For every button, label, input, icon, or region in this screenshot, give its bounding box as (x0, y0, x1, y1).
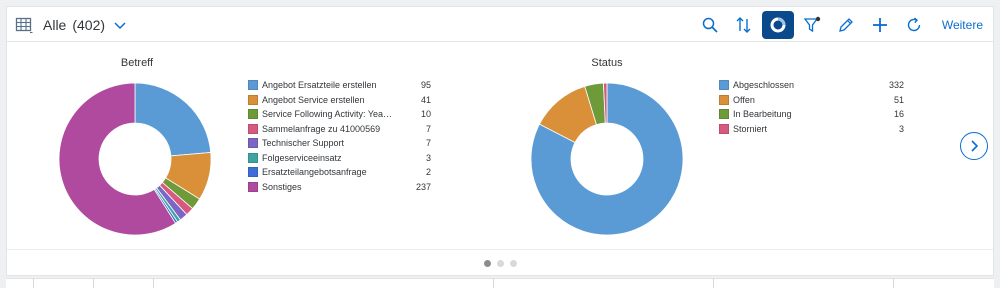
legend-value: 7 (425, 123, 431, 134)
donut-chart-betreff (58, 82, 212, 236)
chart-card: Alle (402) Weitere Betreff Angebot Ersat… (6, 6, 994, 276)
legend-item[interactable]: Offen (719, 93, 755, 107)
legend-item[interactable]: Storniert (719, 122, 767, 136)
legend-swatch (248, 138, 258, 148)
refresh-button[interactable] (898, 11, 930, 39)
legend-label: Technischer Support (262, 138, 345, 148)
legend-value: 3 (425, 152, 431, 163)
legend-label: In Bearbeitung (733, 109, 792, 119)
legend-item[interactable]: Technischer Support (248, 136, 344, 150)
legend-item[interactable]: Ersatzteilangebotsanfrage (248, 165, 367, 179)
legend-item[interactable]: Sonstiges (248, 180, 302, 194)
legend-swatch (248, 167, 258, 177)
table-column-divider (713, 278, 714, 288)
table-column-divider (493, 278, 494, 288)
legend-betreff: Angebot Ersatzteile erstellen 95 Angebot S… (248, 78, 431, 198)
app-frame: Alle (402) Weitere Betreff Angebot Ersat… (0, 0, 1000, 288)
legend-value: 95 (420, 80, 431, 90)
legend-swatch (248, 181, 258, 192)
table-column-divider (893, 278, 894, 288)
legend-item[interactable]: Sammelanfrage zu 41000569 (248, 122, 380, 136)
refresh-icon (907, 16, 921, 31)
legend-value: 3 (898, 123, 904, 134)
legend-item[interactable]: In Bearbeitung (719, 107, 792, 121)
legend-value: 41 (420, 94, 431, 105)
donut-chart-icon (770, 17, 786, 32)
legend-value: 332 (888, 80, 904, 90)
legend-item[interactable]: Folgeserviceeinsatz (248, 151, 342, 165)
table-column-divider (93, 278, 94, 288)
legend-swatch (719, 94, 729, 105)
table-column-divider (153, 278, 154, 288)
legend-label: Angebot Service erstellen (262, 94, 365, 105)
chevron-right-icon (971, 140, 979, 152)
plus-icon (872, 17, 887, 32)
edit-button[interactable] (830, 11, 862, 39)
page-indicator-dot-1[interactable] (484, 260, 491, 267)
legend-swatch (248, 109, 258, 119)
search-button[interactable] (694, 11, 726, 39)
legend-value: 16 (893, 109, 904, 119)
legend-label: Ersatzteilangebotsanfrage (262, 167, 367, 177)
table-column-divider (33, 278, 34, 288)
legend-status: Abgeschlossen 332 Offen 51 In Bearbeitung 16 S… (719, 78, 904, 142)
table-header-strip (6, 278, 994, 288)
legend-item[interactable]: Abgeschlossen (719, 78, 794, 92)
legend-label: Folgeserviceeinsatz (262, 152, 342, 163)
legend-label: Storniert (733, 123, 768, 134)
legend-value: 51 (893, 94, 904, 105)
legend-swatch (719, 109, 729, 119)
chevron-down-icon[interactable] (113, 18, 127, 32)
filter-button[interactable] (796, 11, 828, 39)
view-title: Alle (43, 17, 67, 33)
legend-label: Offen (733, 94, 755, 105)
chart-title-status: Status (591, 57, 623, 69)
pencil-icon (838, 17, 853, 32)
legend-label: Service Following Activity: Yea… (262, 109, 393, 119)
page-indicator-dot-3[interactable] (510, 260, 517, 267)
next-page-button[interactable] (960, 132, 988, 160)
legend-label: Sammelanfrage zu 41000569 (262, 123, 381, 134)
toolbar: Alle (402) Weitere (7, 7, 993, 42)
add-button[interactable] (864, 11, 896, 39)
chart-title-betreff: Betreff (120, 57, 154, 69)
legend-label: Angebot Ersatzteile erstellen (262, 80, 377, 90)
legend-swatch (248, 152, 258, 163)
more-button[interactable]: Weitere (942, 18, 983, 32)
page-indicator-dot-2[interactable] (497, 260, 504, 267)
legend-swatch (248, 123, 258, 134)
legend-label: Sonstiges (262, 181, 302, 192)
carousel-divider (7, 249, 993, 250)
sort-button[interactable] (728, 11, 760, 39)
toolbar-actions: Weitere (692, 7, 993, 42)
legend-swatch (248, 94, 258, 105)
filter-icon (803, 16, 821, 32)
table-grid-icon (15, 16, 33, 34)
legend-label: Abgeschlossen (733, 80, 795, 90)
legend-item[interactable]: Angebot Service erstellen (248, 93, 365, 107)
legend-item[interactable]: Angebot Ersatzteile erstellen (248, 78, 377, 92)
legend-swatch (719, 123, 729, 134)
legend-value: 10 (420, 109, 431, 119)
chart-view-button[interactable] (761, 10, 794, 39)
view-selector[interactable]: Alle (402) (15, 15, 127, 35)
legend-swatch (719, 80, 729, 90)
donut-chart-status (530, 82, 684, 236)
sort-icon (736, 16, 751, 33)
search-icon (702, 17, 718, 33)
view-count: (402) (72, 17, 106, 33)
legend-item[interactable]: Service Following Activity: Yea… (248, 107, 392, 121)
pie-slice[interactable] (134, 82, 212, 157)
legend-value: 2 (425, 167, 431, 177)
legend-value: 7 (425, 138, 431, 148)
legend-swatch (248, 80, 258, 90)
legend-value: 237 (415, 181, 431, 192)
